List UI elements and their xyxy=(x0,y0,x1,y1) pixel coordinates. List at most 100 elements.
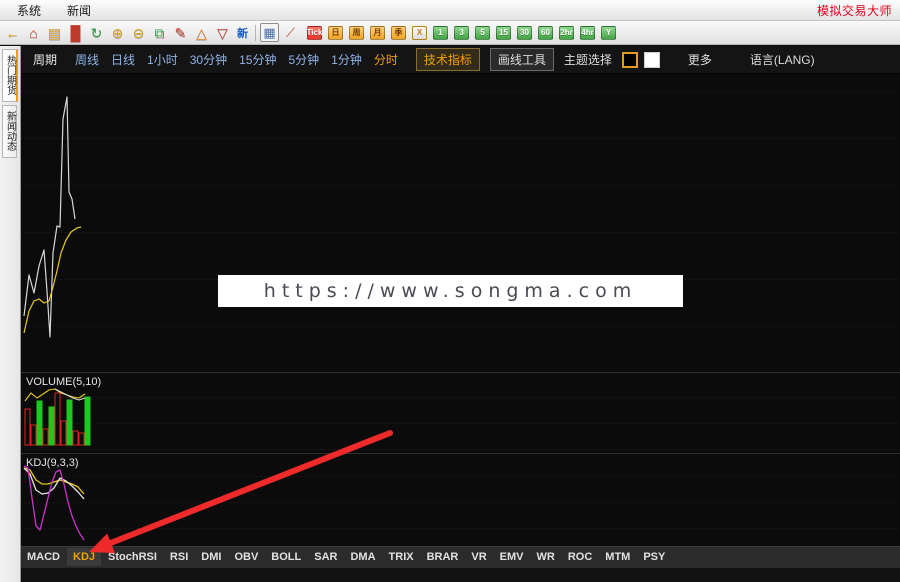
zoom-out-icon[interactable]: ⊖ xyxy=(129,23,148,42)
indicator-dma[interactable]: DMA xyxy=(344,548,381,566)
sidebar-tab-news-label: 新闻动态 xyxy=(4,111,16,151)
week-button[interactable]: 周 xyxy=(347,23,366,42)
volume-bar xyxy=(24,408,31,446)
chart-bars-icon[interactable]: █ xyxy=(66,23,85,42)
period-week[interactable]: 周线 xyxy=(75,51,99,68)
new-label[interactable]: 新 xyxy=(234,25,251,41)
language-button[interactable]: 语言(LANG) xyxy=(750,51,815,68)
min3-button-label: 3 xyxy=(454,25,469,40)
period-1hour[interactable]: 1小时 xyxy=(147,51,178,68)
day-button[interactable]: 日 xyxy=(326,23,345,42)
theme-swatch-light[interactable] xyxy=(643,51,660,68)
period-day[interactable]: 日线 xyxy=(111,51,135,68)
theme-swatch-dark[interactable] xyxy=(621,51,638,68)
tick-button[interactable]: Tick xyxy=(305,23,324,42)
min1-button[interactable]: 1 xyxy=(431,23,450,42)
min1-button-label: 1 xyxy=(433,25,448,40)
indicator-macd[interactable]: MACD xyxy=(21,548,66,566)
kdj-series-D xyxy=(23,467,85,500)
volume-pane[interactable]: VOLUME(5,10) xyxy=(21,373,900,453)
price-pane[interactable] xyxy=(21,75,900,372)
custom-button[interactable]: X xyxy=(410,23,429,42)
hour4-button[interactable]: 4hr xyxy=(578,23,597,42)
min15-button[interactable]: 15 xyxy=(494,23,513,42)
indicator-roc[interactable]: ROC xyxy=(562,548,598,566)
site-watermark: https://www.songma.com xyxy=(218,275,683,307)
min5-button-label: 5 xyxy=(475,25,490,40)
indicator-boll[interactable]: BOLL xyxy=(265,548,307,566)
min5-button[interactable]: 5 xyxy=(473,23,492,42)
sidebar-tab-news[interactable]: 新闻动态 xyxy=(2,105,17,158)
volume-bar xyxy=(60,420,67,446)
main-toolbar: ← ⌂ ▤ █ ↻ ⊕ ⊖ ⧉ ✎ △ ▽ 新 ▦ ⟋ Tick 日周月季 X 1 3 5 15 30 60 2hr 4h… xyxy=(0,21,900,45)
volume-bar xyxy=(84,396,91,446)
period-30min[interactable]: 30分钟 xyxy=(190,51,227,68)
quarter-button[interactable]: 季 xyxy=(389,23,408,42)
indicator-psy[interactable]: PSY xyxy=(637,548,671,566)
year-button[interactable]: Y xyxy=(599,23,618,42)
min30-button[interactable]: 30 xyxy=(515,23,534,42)
year-button-label: Y xyxy=(601,25,616,40)
sidebar-tab-hot-futures-label: 热门期货 xyxy=(4,55,16,95)
quarter-button-label: 季 xyxy=(391,25,406,40)
draw-tools-button[interactable]: 画线工具 xyxy=(489,48,554,71)
back-arrow-icon[interactable]: ← xyxy=(3,23,22,42)
quote-table-icon[interactable]: ▦ xyxy=(260,23,279,42)
indicator-rsi[interactable]: RSI xyxy=(164,548,194,566)
zoom-in-icon[interactable]: ⊕ xyxy=(108,23,127,42)
trend-chart-icon[interactable]: ⟋ xyxy=(281,23,300,42)
min60-button-label: 60 xyxy=(538,25,553,40)
tech-indicator-button[interactable]: 技术指标 xyxy=(415,48,480,71)
indicator-wr[interactable]: WR xyxy=(531,548,561,566)
volume-bar xyxy=(36,400,43,446)
menu-item-news[interactable]: 新闻 xyxy=(58,1,100,20)
indicator-dmi[interactable]: DMI xyxy=(195,548,227,566)
volume-bar xyxy=(30,424,37,446)
min60-button[interactable]: 60 xyxy=(536,23,555,42)
volume-chart-svg xyxy=(24,388,91,446)
indicator-stochrsi[interactable]: StochRSI xyxy=(102,548,163,566)
indicator-tab-bar: MACD KDJ StochRSI RSI DMI OBV BOLL SAR DMA TRIX BR… xyxy=(21,546,900,567)
volume-bar xyxy=(72,430,79,446)
indicator-brar[interactable]: BRAR xyxy=(421,548,465,566)
min3-button[interactable]: 3 xyxy=(452,23,471,42)
more-button[interactable]: 更多 xyxy=(688,51,712,68)
menu-item-system[interactable]: 系统 xyxy=(8,1,50,20)
notes-icon[interactable]: ▤ xyxy=(45,23,64,42)
price-chart-svg xyxy=(23,96,82,338)
kdj-chart-svg xyxy=(23,465,85,541)
indicator-mtm[interactable]: MTM xyxy=(599,548,636,566)
home-icon[interactable]: ⌂ xyxy=(24,23,43,42)
menu-bar: 系统 新闻 模拟交易大师 xyxy=(0,0,900,21)
indicator-emv[interactable]: EMV xyxy=(494,548,530,566)
volume-bar xyxy=(66,399,73,446)
filter-icon[interactable]: ▽ xyxy=(213,23,232,42)
copy-icon[interactable]: ⧉ xyxy=(150,23,169,42)
custom-button-label: X xyxy=(412,25,427,40)
day-button-label: 日 xyxy=(328,25,343,40)
period-label: 周期 xyxy=(33,53,58,67)
period-1min[interactable]: 1分钟 xyxy=(331,51,362,68)
status-bar xyxy=(21,567,900,582)
month-button[interactable]: 月 xyxy=(368,23,387,42)
indicator-kdj[interactable]: KDJ xyxy=(67,548,102,566)
toolbar-separator-1 xyxy=(255,24,256,41)
period-15min[interactable]: 15分钟 xyxy=(239,51,276,68)
kdj-pane[interactable]: KDJ(9,3,3) xyxy=(21,454,900,559)
volume-bar xyxy=(54,392,61,446)
alert-icon[interactable]: △ xyxy=(192,23,211,42)
chart-settings-bar: 周期 周线 日线 1小时 30分钟 15分钟 5分钟 1分钟 分时 技术指标 画线工具 主题选… xyxy=(21,46,900,74)
period-timeshare[interactable]: 分时 xyxy=(374,51,398,68)
sidebar-tab-hot-futures[interactable]: 热门期货 xyxy=(2,49,18,102)
indicator-vr[interactable]: VR xyxy=(465,548,492,566)
pencil-icon[interactable]: ✎ xyxy=(171,23,190,42)
volume-bar xyxy=(78,432,85,446)
indicator-trix[interactable]: TRIX xyxy=(383,548,420,566)
hour2-button[interactable]: 2hr xyxy=(557,23,576,42)
indicator-obv[interactable]: OBV xyxy=(228,548,264,566)
chart-area: 周期 周线 日线 1小时 30分钟 15分钟 5分钟 1分钟 分时 技术指标 画线工具 主题选… xyxy=(21,46,900,582)
indicator-sar[interactable]: SAR xyxy=(308,548,343,566)
period-5min[interactable]: 5分钟 xyxy=(288,51,319,68)
kdj-series-J xyxy=(23,465,85,541)
refresh-icon[interactable]: ↻ xyxy=(87,23,106,42)
